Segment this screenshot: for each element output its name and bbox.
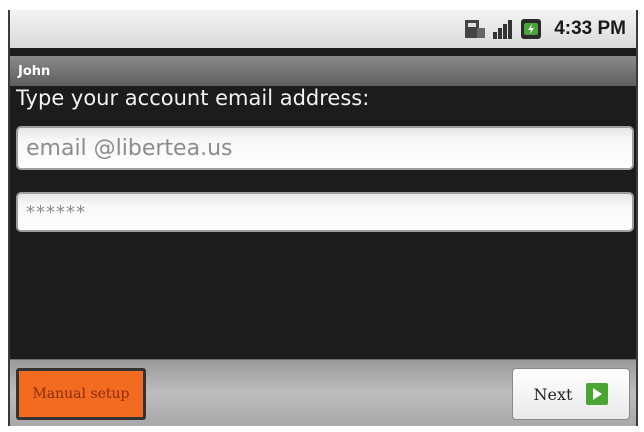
manual-setup-label: Manual setup bbox=[32, 386, 130, 402]
signal-icon bbox=[492, 18, 514, 40]
battery-icon bbox=[520, 18, 542, 40]
account-name: John bbox=[18, 63, 51, 79]
bottom-bar: Manual setup Next bbox=[10, 359, 636, 426]
play-arrow-icon bbox=[586, 383, 609, 405]
next-button[interactable]: Next bbox=[512, 368, 630, 420]
manual-setup-button[interactable]: Manual setup bbox=[16, 368, 146, 420]
status-bar: 4:33 PM bbox=[10, 10, 636, 48]
email-prompt-label: Type your account email address: bbox=[16, 86, 370, 110]
sim-icon bbox=[464, 18, 486, 40]
status-time: 4:33 PM bbox=[554, 18, 626, 39]
title-bar: John bbox=[10, 56, 636, 86]
email-field[interactable]: email @libertea.us bbox=[16, 126, 634, 170]
password-field[interactable]: ****** bbox=[16, 192, 634, 232]
device-screen: 4:33 PM John Type your account email add… bbox=[8, 10, 638, 426]
next-label: Next bbox=[533, 384, 573, 404]
